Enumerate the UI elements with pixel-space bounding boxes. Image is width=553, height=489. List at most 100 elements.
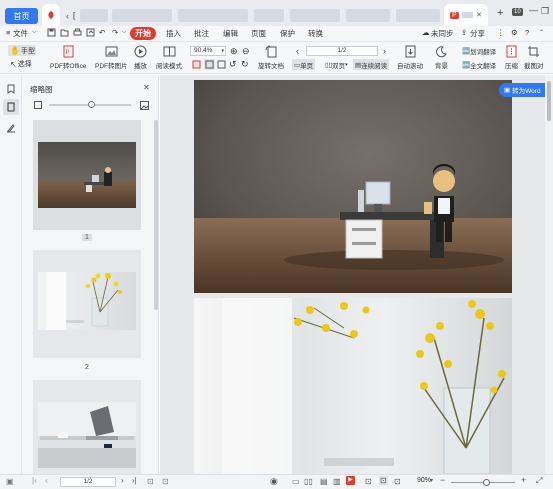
fit-page-icon[interactable]: [192, 60, 201, 69]
zoom-in-icon[interactable]: ⊕: [230, 46, 238, 57]
zoom-out-icon[interactable]: −: [440, 475, 445, 485]
blurred-tab[interactable]: [254, 9, 284, 22]
sync-status[interactable]: 未同步: [431, 28, 454, 39]
background-button[interactable]: 背景: [435, 45, 448, 70]
thumbnail-page-3[interactable]: [33, 380, 141, 474]
open-folder-icon[interactable]: [60, 28, 69, 37]
tab-partial-title[interactable]: [: [73, 11, 75, 20]
window-count-badge[interactable]: 10: [512, 8, 523, 16]
continuous-view-icon[interactable]: ▤: [320, 477, 328, 486]
chevron-down-icon[interactable]: ⌵: [32, 29, 37, 36]
tab-scroll-left-icon[interactable]: ‹: [66, 11, 69, 21]
back-icon[interactable]: ⊡: [147, 477, 154, 486]
status-page-input[interactable]: 1/2: [60, 477, 116, 487]
more-icon[interactable]: ⋮: [497, 28, 505, 37]
auto-scroll-button[interactable]: 自动滚动: [397, 45, 423, 70]
full-translate-button[interactable]: 🔤 全文翻译: [462, 60, 496, 70]
zoom-input[interactable]: 90.4% ▾: [190, 46, 226, 56]
fit-width-icon[interactable]: ⊡: [379, 476, 388, 485]
menu-insert[interactable]: 插入: [166, 28, 181, 39]
close-tab-icon[interactable]: ✕: [476, 11, 482, 19]
tab-home[interactable]: 首页: [5, 8, 38, 24]
settings-icon[interactable]: ⚙: [511, 28, 518, 37]
word-translate-button[interactable]: 🔤 划词翻译: [462, 46, 496, 56]
single-page-button[interactable]: ▭ 单页: [292, 59, 316, 70]
last-page-icon[interactable]: ›|: [132, 476, 137, 485]
annotation-icon[interactable]: [6, 123, 16, 133]
blurred-tab[interactable]: [112, 9, 172, 22]
blurred-tab[interactable]: [346, 9, 390, 22]
pdf-to-image-button[interactable]: PDF转图片: [95, 45, 128, 70]
thumbnail-size-slider[interactable]: [49, 101, 131, 108]
double-page-button[interactable]: ▯▯ 双页 ▾: [323, 59, 350, 70]
select-tool-button[interactable]: ↖ 选择: [10, 59, 32, 69]
close-panel-button[interactable]: ✕: [143, 83, 150, 92]
cloud-sync-icon[interactable]: ☁: [422, 28, 430, 37]
single-page-view-icon[interactable]: ▭: [292, 477, 300, 486]
actual-size-icon[interactable]: ⊡: [394, 477, 401, 486]
tab-pdf-document[interactable]: P ✕: [444, 4, 488, 26]
rotate-right-icon[interactable]: ↻: [241, 59, 249, 70]
zoom-slider-handle[interactable]: [482, 479, 490, 486]
help-icon[interactable]: ?: [525, 28, 529, 37]
fit-width-icon[interactable]: [204, 59, 215, 70]
page-number-input[interactable]: 1/2: [306, 46, 378, 56]
next-page-icon[interactable]: ›: [383, 46, 386, 56]
share-icon[interactable]: ⇪: [461, 28, 467, 37]
chevron-down-icon[interactable]: ⌵: [122, 29, 127, 36]
rotate-left-icon[interactable]: ↺: [229, 59, 237, 70]
thumbnail-page-2[interactable]: [33, 250, 141, 358]
menu-protect[interactable]: 保护: [280, 28, 295, 39]
viewer-scrollbar[interactable]: [545, 75, 553, 474]
blurred-tab[interactable]: [178, 9, 248, 22]
zoom-out-icon[interactable]: ⊖: [242, 46, 250, 57]
pdf-to-office-button[interactable]: P PDF转Office: [50, 45, 86, 70]
slider-handle[interactable]: [88, 101, 95, 108]
convert-to-word-button[interactable]: ▣ 转为Word: [499, 83, 545, 97]
first-page-icon[interactable]: |‹: [32, 476, 37, 485]
tab-wps[interactable]: [42, 4, 60, 26]
blurred-tab[interactable]: [80, 9, 108, 22]
read-mode-button[interactable]: 阅读模式: [156, 45, 182, 70]
menu-start[interactable]: 开始: [130, 27, 156, 40]
fit-page-icon[interactable]: ⊡: [365, 477, 372, 486]
double-page-view-icon[interactable]: ▯▯: [304, 477, 313, 486]
zoom-slider[interactable]: [451, 479, 515, 486]
menu-annotate[interactable]: 批注: [194, 28, 209, 39]
thumbnail-scrollbar[interactable]: [154, 120, 158, 310]
next-page-icon[interactable]: ›: [121, 476, 124, 485]
prev-page-icon[interactable]: ‹: [296, 46, 299, 56]
continuous-read-button[interactable]: ▤ 连续阅读: [353, 59, 390, 70]
eye-icon[interactable]: ◉: [270, 476, 278, 487]
hamburger-icon[interactable]: ≡: [6, 28, 10, 37]
sidebar-toggle-icon[interactable]: ▣: [6, 477, 14, 486]
minimize-button[interactable]: —: [529, 5, 538, 15]
share-button[interactable]: 分享: [470, 28, 485, 39]
menu-file[interactable]: 文件: [13, 28, 28, 39]
large-image-icon[interactable]: [140, 101, 149, 110]
export-icon[interactable]: [86, 28, 95, 37]
chevron-down-icon[interactable]: ▾: [430, 477, 433, 484]
print-icon[interactable]: [73, 28, 82, 37]
rotate-document-button[interactable]: 旋转文档: [258, 45, 284, 70]
blurred-tab[interactable]: [290, 9, 340, 22]
menu-convert[interactable]: 转换: [308, 28, 323, 39]
forward-icon[interactable]: ⊡: [162, 477, 169, 486]
redo-icon[interactable]: ↷: [112, 28, 118, 37]
collapse-ribbon-icon[interactable]: ⌃: [539, 29, 544, 36]
compress-button[interactable]: 压缩: [505, 45, 518, 70]
play-icon[interactable]: ▶: [346, 476, 355, 485]
thumbnail-panel-icon[interactable]: [3, 99, 19, 115]
play-button[interactable]: 播放: [134, 45, 147, 70]
hand-tool-button[interactable]: ✋ 手型: [8, 45, 36, 56]
zoom-in-icon[interactable]: +: [521, 475, 526, 485]
blurred-tab[interactable]: [396, 9, 440, 22]
menu-page[interactable]: 页面: [251, 28, 266, 39]
screenshot-button[interactable]: 截图对: [524, 45, 544, 70]
new-tab-button[interactable]: +: [497, 7, 503, 19]
thumbnail-page-1[interactable]: [33, 120, 141, 230]
undo-icon[interactable]: ↶: [99, 28, 105, 37]
scrollbar-thumb[interactable]: [547, 81, 551, 121]
bookmark-icon[interactable]: [7, 84, 15, 94]
actual-size-icon[interactable]: [217, 60, 226, 69]
